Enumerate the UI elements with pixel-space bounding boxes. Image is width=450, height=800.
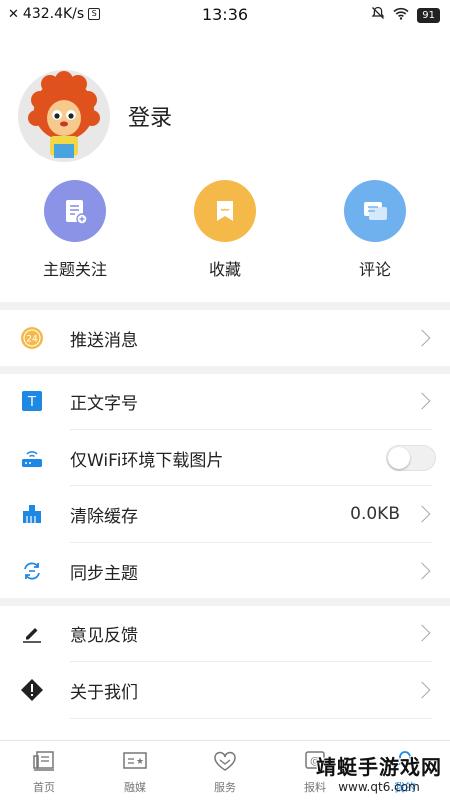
menu-feedback[interactable]: 意见反馈 [0,605,450,661]
menu-wifi-images: 仅WiFi环境下载图片 [0,430,450,486]
site-watermark: 靖蜓手游戏网 www.qt6.com [316,751,442,794]
menu-push-messages[interactable]: 24 推送消息 [0,310,450,366]
wifi-images-toggle[interactable] [386,445,436,471]
router-icon [20,446,44,470]
document-add-icon [44,180,106,242]
text-size-icon: T [20,389,44,413]
shortcut-label: 收藏 [208,260,241,279]
tab-home[interactable]: 首页 [14,749,74,795]
svg-text:T: T [27,395,36,410]
menu-font-size[interactable]: T 正文字号 [0,373,450,429]
tab-services[interactable]: 服务 [195,749,255,795]
section-divider [0,302,450,310]
shortcut-comments[interactable]: 评论 [325,180,425,280]
sync-icon [20,559,44,583]
menu-label: 关于我们 [70,682,138,703]
wifi-icon [393,7,409,24]
tab-media[interactable]: ★ 融媒 [105,749,165,795]
menu-label: 清除缓存 [70,506,138,527]
menu-sync-theme[interactable]: 同步主题 [0,543,450,599]
status-right: 91 [371,6,440,24]
broom-icon [20,502,44,526]
media-card-icon: ★ [122,749,148,773]
chevron-right-icon [413,562,431,580]
shortcut-row: 主题关注 收藏 评论 [0,180,450,280]
chevron-right-icon [413,392,431,410]
battery-indicator: 91 [417,7,440,23]
chevron-right-icon [413,681,431,699]
menu-label: 正文字号 [70,393,138,414]
push-badge-icon: 24 [20,326,44,350]
login-label[interactable]: 登录 [128,100,172,132]
chevron-right-icon [413,624,431,642]
heart-hands-icon [212,749,238,773]
comment-icon [344,180,406,242]
menu-about[interactable]: 关于我们 [0,662,450,718]
shortcut-label: 评论 [358,260,391,279]
mute-bell-icon [371,6,385,24]
chevron-right-icon [413,329,431,347]
shortcut-label: 主题关注 [42,260,107,279]
tab-label: 融媒 [124,781,146,794]
watermark-title: 靖蜓手游戏网 [316,755,442,779]
push-badge-number: 24 [26,335,38,345]
info-warning-icon [20,678,44,702]
status-bar: ✕ 432.4K/s S 13:36 91 [0,0,450,30]
toggle-knob [388,447,410,469]
menu-label: 意见反馈 [70,625,138,646]
menu-clear-cache[interactable]: 清除缓存 0.0KB [0,486,450,542]
cache-size-value: 0.0KB [350,504,400,524]
tab-label: 首页 [33,781,55,794]
profile-header[interactable]: 登录 [18,70,172,162]
bookmark-icon [194,180,256,242]
shortcut-topic-follow[interactable]: 主题关注 [25,180,125,280]
svg-text:★: ★ [136,757,144,767]
chevron-right-icon [413,505,431,523]
tab-label: 服务 [214,781,236,794]
shortcut-favorites[interactable]: 收藏 [175,180,275,280]
avatar[interactable] [18,70,110,162]
menu-label: 仅WiFi环境下载图片 [70,450,224,471]
row-divider [70,718,432,719]
home-news-icon [31,749,57,773]
edit-pen-icon [20,621,44,645]
menu-label: 推送消息 [70,330,138,351]
menu-label: 同步主题 [70,563,138,584]
watermark-url: www.qt6.com [338,780,420,794]
